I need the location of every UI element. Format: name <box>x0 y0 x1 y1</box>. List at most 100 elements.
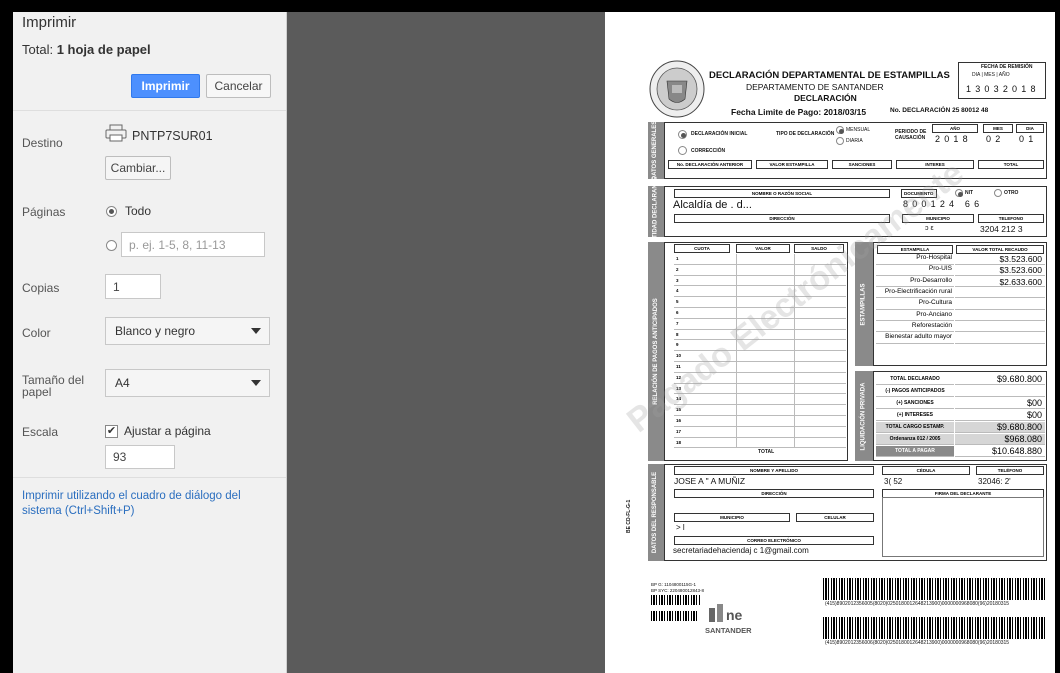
print-button[interactable]: Imprimir <box>131 74 200 98</box>
barcode-text-1: (415)8902012356005(8020)0250180012648213… <box>825 601 1010 607</box>
daily-label: DIARIA <box>846 138 863 144</box>
email-header: CORREO ELECTRÓNICO <box>674 536 874 545</box>
color-select[interactable]: Blanco y negro <box>105 317 270 345</box>
dialog-title: Imprimir <box>22 14 77 31</box>
remission-date-label: FECHA DE REMISIÓN <box>981 64 1033 70</box>
payment-row <box>674 276 846 287</box>
color-label: Color <box>22 326 51 340</box>
payment-row-number: 15 <box>676 407 682 413</box>
stamp-name: Pro-UIS <box>876 265 954 276</box>
section-entity: ENTIDAD DECLARANTE <box>648 177 664 246</box>
payment-row-number: 9 <box>676 342 679 348</box>
day-header: DIA <box>1016 124 1044 133</box>
preview-background <box>287 12 605 673</box>
installment-header: CUOTA <box>674 244 730 253</box>
payment-row-number: 5 <box>676 299 679 305</box>
period-day: 01 <box>1019 134 1038 144</box>
change-destination-button[interactable]: Cambiar... <box>105 156 171 180</box>
payment-row-number: 14 <box>676 396 682 402</box>
responsible-address-header: DIRECCIÓN <box>674 489 874 498</box>
section-advance-payments-label: RELACIÓN DE PAGOS ANTICIPADOS <box>652 298 659 405</box>
stamp-value: $3.523.600 <box>955 254 1045 265</box>
svg-text:ne: ne <box>726 607 743 623</box>
id-number-header: CÉDULA <box>882 466 970 475</box>
pages-all-radio[interactable] <box>106 206 117 217</box>
total-label: Total: <box>22 42 54 57</box>
printer-icon <box>105 124 129 142</box>
total-sheets: Total: 1 hoja de papel <box>22 42 151 57</box>
value-header: VALOR <box>736 244 790 253</box>
phone-value: 3204 212 3 <box>980 224 1023 234</box>
period-label: PERIODO DE CAUSACIÓN <box>895 129 927 141</box>
small-barcode-2 <box>651 611 697 621</box>
stamp-value-header: VALOR ESTAMPILLA <box>756 160 828 169</box>
system-dialog-link[interactable]: Imprimir utilizando el cuadro de diálogo… <box>22 489 272 519</box>
payment-row-number: 10 <box>676 353 682 359</box>
payments-total-label: TOTAL <box>758 449 775 455</box>
entity-name-header: NOMBRE O RAZÓN SOCIAL <box>674 189 890 198</box>
settlement-label: Ordenanza 012 / 2005 <box>876 434 954 445</box>
responsible-municipality-value: > l <box>676 523 685 532</box>
pages-all-label: Todo <box>125 204 152 218</box>
column-divider <box>736 254 737 448</box>
month-header: MES <box>983 124 1013 133</box>
settlement-value: $9.680.800 <box>955 422 1045 433</box>
year-header: AÑO <box>932 124 978 133</box>
paper-size-select[interactable]: A4 <box>105 369 270 397</box>
sanctions-header: SANCIONES <box>832 160 892 169</box>
coat-of-arms-seal <box>648 59 706 119</box>
stamp-value <box>955 288 1045 299</box>
responsible-name: JOSE A " A MUÑIZ <box>674 476 746 486</box>
monthly-label: MENSUAL <box>846 127 871 133</box>
section-responsible-label: DATOS DEL RESPONSABLE <box>652 471 659 554</box>
payment-row-number: 1 <box>676 256 679 261</box>
section-entity-label: ENTIDAD DECLARANTE <box>652 176 659 247</box>
entity-name: Alcaldía de . d... <box>673 199 752 211</box>
form-subtitle: DEPARTAMENTO DE SANTANDER <box>746 82 884 92</box>
fit-to-page-label: Ajustar a página <box>124 424 211 438</box>
payment-row-number: 13 <box>676 385 682 391</box>
section-settlement-label: LIQUIDACIÓN PRIVADA <box>860 382 867 450</box>
payment-row-number: 16 <box>676 418 682 423</box>
payment-row-number: 12 <box>676 374 682 380</box>
section-stamps: ESTAMPILLAS <box>855 242 873 366</box>
chevron-down-icon <box>251 380 261 386</box>
main-barcode-2 <box>823 617 1045 639</box>
payment-row <box>674 438 846 449</box>
stamp-name: Pro-Anciano <box>876 311 954 321</box>
interest-header: INTERES <box>896 160 974 169</box>
settlement-label: (+) SANCIONES <box>876 398 954 409</box>
paper-size-label-line2: papel <box>22 385 52 399</box>
barcode-text-2: (415)8902012356006(8020)0250180012648213… <box>825 640 1010 646</box>
payment-row-number: 4 <box>676 288 679 294</box>
period-year: 2018 <box>935 134 972 144</box>
responsible-phone-header: TELÉFONO <box>976 466 1044 475</box>
phone-header: TELEFONO <box>978 214 1044 223</box>
remission-date-digits: 13032018 <box>966 84 1040 94</box>
payment-row <box>674 362 846 373</box>
email-value: secretariadehaciendaj c 1@gmail.com <box>673 546 809 555</box>
settlement-value: $968.080 <box>955 434 1045 445</box>
stamp-header: ESTAMPILLA <box>877 245 953 254</box>
santander-logo-text: SANTANDER <box>705 626 752 635</box>
full-name-header: NOMBRE Y APELLIDO <box>674 466 874 475</box>
section-general-data: DATOS GENERALES <box>648 121 664 180</box>
main-barcode-1 <box>823 578 1045 600</box>
settlement-value: $00 <box>955 410 1045 421</box>
stamp-name: Pro-Electrificación rural <box>876 288 954 299</box>
document-header: DOCUMENTO <box>901 189 937 198</box>
copies-input[interactable]: 1 <box>105 274 161 299</box>
pages-custom-radio[interactable] <box>106 240 117 251</box>
section-advance-payments: RELACIÓN DE PAGOS ANTICIPADOS <box>648 242 664 461</box>
cancel-button[interactable]: Cancelar <box>206 74 271 98</box>
payment-row <box>674 416 846 427</box>
payment-row <box>674 297 846 308</box>
prev-declaration-header: No. DECLARACIÓN ANTERIOR <box>668 160 752 169</box>
fit-to-page-checkbox[interactable]: ✔ <box>105 425 118 438</box>
other-radio <box>994 189 1002 197</box>
divider <box>13 110 286 111</box>
scale-input[interactable]: 93 <box>105 445 175 469</box>
nit-label: NIT <box>965 190 974 196</box>
pages-range-input[interactable]: p. ej. 1-5, 8, 11-13 <box>121 232 265 257</box>
stamp-value <box>955 322 1045 333</box>
